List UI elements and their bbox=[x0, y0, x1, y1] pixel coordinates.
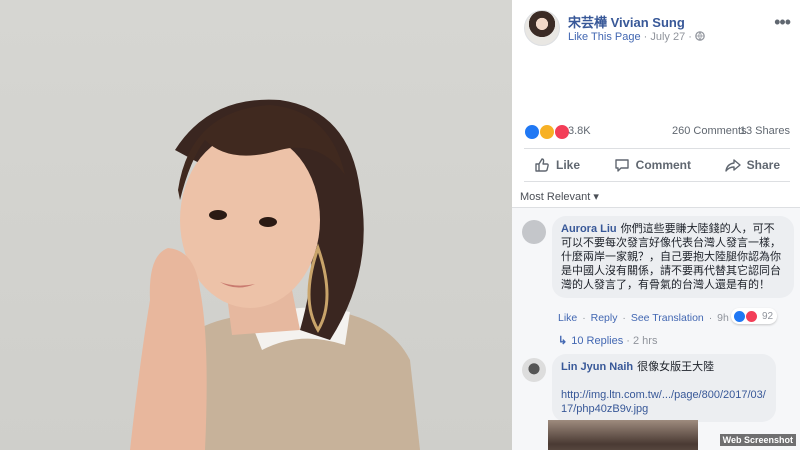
replies-time: 2 hrs bbox=[633, 335, 658, 347]
portrait-image bbox=[130, 99, 420, 450]
comment-link[interactable]: http://img.ltn.com.tw/.../page/800/2017/… bbox=[561, 389, 766, 415]
page-name-link[interactable]: 宋芸樺 Vivian Sung bbox=[568, 12, 685, 31]
comment-text: 很像女版王大陸 bbox=[637, 361, 715, 373]
reply-arrow-icon: ↳ bbox=[558, 335, 568, 347]
shares-count[interactable]: 13 Shares bbox=[740, 125, 790, 137]
like-button[interactable]: Like bbox=[524, 157, 590, 173]
view-replies-link[interactable]: ↳ 10 Replies · 2 hrs bbox=[558, 334, 657, 347]
separator: · bbox=[708, 312, 713, 324]
comment-author[interactable]: Aurora Liu bbox=[561, 223, 617, 235]
love-reaction-icon bbox=[745, 309, 758, 323]
comment-author[interactable]: Lin Jyun Naih bbox=[561, 361, 633, 373]
comment-bubble: Aurora Liu 你們這些要賺大陸錢的人，可不可以不要每次發言好像代表台灣人發… bbox=[552, 216, 794, 298]
post-action-bar: Like Comment Share bbox=[524, 148, 790, 182]
comment-reaction-count: 92 bbox=[762, 310, 774, 322]
comment-actions: Like · Reply · See Translation · 9h bbox=[558, 312, 729, 324]
comments-section: Aurora Liu 你們這些要賺大陸錢的人，可不可以不要每次發言好像代表台灣人發… bbox=[512, 207, 800, 450]
more-options-icon[interactable]: ••• bbox=[774, 12, 791, 33]
comment-like-link[interactable]: Like bbox=[558, 312, 577, 324]
reactions-summary: 3.8K 260 Comments 13 Shares bbox=[524, 124, 790, 140]
comment-bubble: Lin Jyun Naih 很像女版王大陸 http://img.ltn.com.… bbox=[552, 354, 776, 422]
reaction-count[interactable]: 3.8K bbox=[568, 125, 591, 137]
separator: · bbox=[626, 335, 630, 347]
post-photo[interactable] bbox=[0, 0, 512, 450]
comment-reactions[interactable]: 92 bbox=[731, 308, 778, 324]
post-header: 宋芸樺 Vivian Sung Like This Page · July 27… bbox=[524, 10, 794, 46]
comment-time[interactable]: 9h bbox=[717, 312, 729, 324]
share-label: Share bbox=[746, 158, 780, 172]
meta-separator: · bbox=[643, 31, 648, 43]
post-meta: Like This Page · July 27 · bbox=[568, 31, 705, 43]
post-date[interactable]: July 27 bbox=[650, 31, 685, 43]
replies-count: 10 Replies bbox=[571, 335, 624, 347]
web-screenshot-watermark: Web Screenshot bbox=[719, 434, 796, 446]
like-reaction-icon bbox=[524, 124, 540, 140]
comment-button[interactable]: Comment bbox=[604, 157, 701, 173]
globe-icon bbox=[695, 31, 705, 43]
commenter-avatar[interactable] bbox=[522, 358, 546, 382]
share-arrow-icon bbox=[724, 157, 741, 173]
comment-bubble-icon bbox=[614, 157, 630, 173]
like-label: Like bbox=[556, 158, 581, 172]
comment-reply-link[interactable]: Reply bbox=[591, 312, 618, 324]
comment-sort-dropdown[interactable]: Most Relevant ▾ bbox=[520, 190, 599, 203]
separator: · bbox=[622, 312, 626, 324]
reaction-icons[interactable] bbox=[524, 124, 571, 140]
like-page-link[interactable]: Like This Page bbox=[568, 31, 641, 43]
comment-label: Comment bbox=[635, 158, 691, 172]
see-translation-link[interactable]: See Translation bbox=[631, 312, 704, 324]
haha-reaction-icon bbox=[539, 124, 556, 140]
thumbs-up-icon bbox=[534, 157, 550, 173]
page-avatar[interactable] bbox=[524, 10, 560, 46]
meta-separator-2: · bbox=[688, 31, 692, 43]
comments-count[interactable]: 260 Comments bbox=[672, 125, 747, 137]
commenter-avatar[interactable] bbox=[522, 220, 546, 244]
post-panel: 宋芸樺 Vivian Sung Like This Page · July 27… bbox=[512, 0, 800, 450]
separator: · bbox=[582, 312, 586, 324]
comment-image-preview[interactable] bbox=[548, 420, 698, 450]
share-button[interactable]: Share bbox=[715, 157, 790, 173]
